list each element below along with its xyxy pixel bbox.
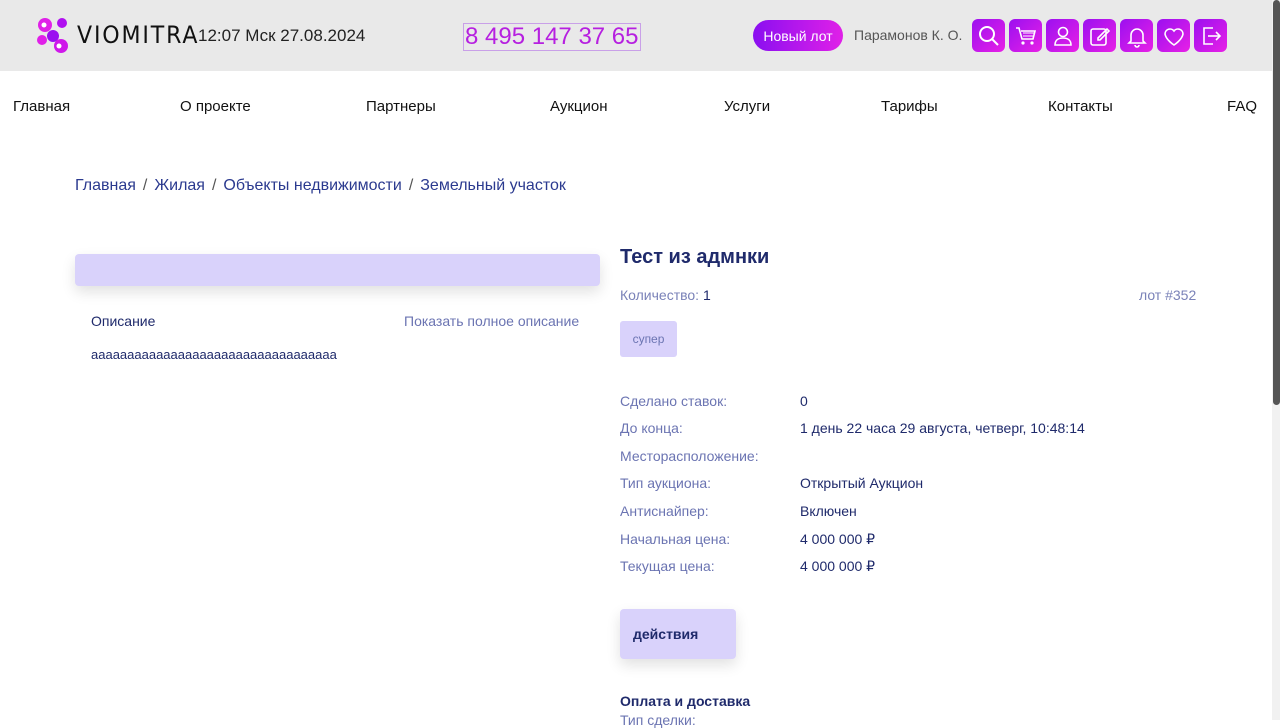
nav-item-about[interactable]: О проекте xyxy=(180,98,251,115)
start-price-label: Начальная цена: xyxy=(620,531,731,547)
logo-text: VIOMITRA xyxy=(77,21,200,49)
description-title: Описание xyxy=(91,313,156,329)
site-header: VIOMITRA 12:07 Мск 27.08.2024 8 495 147 … xyxy=(0,0,1272,71)
location-label: Месторасположение: xyxy=(620,448,759,464)
nav-item-partners[interactable]: Партнеры xyxy=(366,98,436,115)
search-icon xyxy=(978,25,999,46)
current-price-value: 4 000 000 ₽ xyxy=(800,558,876,574)
auction-type-label: Тип аукциона: xyxy=(620,475,712,491)
logo[interactable]: VIOMITRA xyxy=(35,16,210,54)
breadcrumb-item[interactable]: Объекты недвижимости xyxy=(223,177,401,195)
profile-button[interactable] xyxy=(1046,19,1079,52)
edit-icon xyxy=(1089,27,1110,46)
nav-item-auction[interactable]: Аукцион xyxy=(550,98,608,115)
favorites-button[interactable] xyxy=(1157,19,1190,52)
breadcrumb-item[interactable]: Жилая xyxy=(154,177,205,195)
start-price-value: 4 000 000 ₽ xyxy=(800,531,876,547)
quantity-label: Количество: xyxy=(620,287,700,303)
phone-link[interactable]: 8 495 147 37 65 xyxy=(463,23,641,51)
breadcrumb-separator: / xyxy=(142,177,148,194)
time-left-label: До конца: xyxy=(620,420,683,436)
page-scrollbar[interactable] xyxy=(1272,0,1280,720)
new-lot-button[interactable]: Новый лот xyxy=(753,20,843,51)
auction-type-value: Открытый Аукцион xyxy=(800,475,924,491)
cart-button[interactable] xyxy=(1009,19,1042,52)
notifications-button[interactable] xyxy=(1120,19,1153,52)
heart-icon xyxy=(1163,27,1184,46)
nav-item-faq[interactable]: FAQ xyxy=(1227,98,1257,115)
breadcrumb-item[interactable]: Земельный участок xyxy=(420,177,566,195)
cart-icon xyxy=(1015,26,1036,45)
edit-button[interactable] xyxy=(1083,19,1116,52)
user-name[interactable]: Парамонов К. О. xyxy=(854,27,962,43)
antisniper-value: Включен xyxy=(800,503,857,519)
logout-icon xyxy=(1202,26,1221,45)
breadcrumb-separator: / xyxy=(408,177,414,194)
breadcrumb-item[interactable]: Главная xyxy=(75,177,136,195)
logout-button[interactable] xyxy=(1194,19,1227,52)
quantity: Количество: 1 xyxy=(620,287,711,303)
search-button[interactable] xyxy=(972,19,1005,52)
payment-delivery-title: Оплата и доставка xyxy=(620,693,751,709)
breadcrumb-separator: / xyxy=(211,177,217,194)
time-left-value: 1 день 22 часа 29 августа, четверг, 10:4… xyxy=(800,420,1085,436)
lot-number: лот #352 xyxy=(1139,287,1197,303)
description-text: аааааааааааааааааааааааааааааааааа xyxy=(91,347,337,362)
bids-count-label: Сделано ставок: xyxy=(620,393,728,409)
bell-icon xyxy=(1126,27,1147,48)
nav-item-tariffs[interactable]: Тарифы xyxy=(881,98,938,115)
scrollbar-thumb[interactable] xyxy=(1273,0,1280,405)
bids-count-value: 0 xyxy=(800,393,808,409)
logo-icon xyxy=(37,18,68,53)
deal-type-label: Тип сделки: xyxy=(620,712,696,728)
lot-title: Тест из адмнки xyxy=(620,246,770,268)
nav-item-contacts[interactable]: Контакты xyxy=(1048,98,1113,115)
nav-item-home[interactable]: Главная xyxy=(13,98,70,115)
main-nav: Главная О проекте Партнеры Аукцион Услуг… xyxy=(0,98,1272,118)
lot-tag[interactable]: супер xyxy=(620,321,677,357)
actions-button[interactable]: действия xyxy=(620,609,736,659)
show-full-description-link[interactable]: Показать полное описание xyxy=(404,313,579,329)
breadcrumb: Главная / Жилая / Объекты недвижимости /… xyxy=(75,177,566,195)
lot-gallery[interactable] xyxy=(75,254,600,286)
server-clock: 12:07 Мск 27.08.2024 xyxy=(198,26,366,45)
nav-item-services[interactable]: Услуги xyxy=(724,98,770,115)
user-icon xyxy=(1053,26,1072,46)
quantity-value: 1 xyxy=(702,287,711,303)
current-price-label: Текущая цена: xyxy=(620,558,715,574)
antisniper-label: Антиснайпер: xyxy=(620,503,709,519)
